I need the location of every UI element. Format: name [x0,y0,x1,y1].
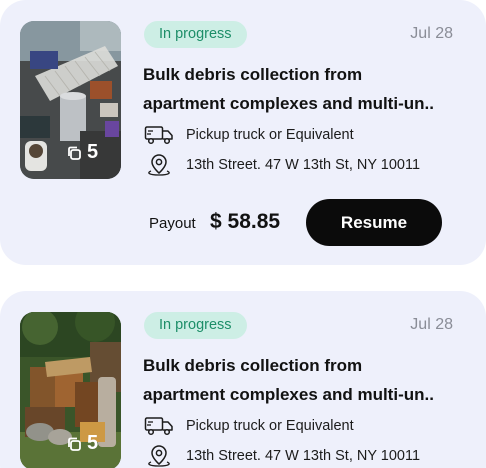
copy-icon [68,437,81,451]
job-title-line-1: Bulk debris collection from [143,65,363,84]
address-row: 13th Street. 47 W 13th St, NY 10011 [144,444,420,468]
job-title-line-1: Bulk debris collection from [143,356,363,375]
job-list: 5 In progress Jul 28 Bulk debris collect… [0,0,486,468]
status-badge: In progress [144,312,247,339]
vehicle-row: Pickup truck or Equivalent [144,414,354,438]
payout-label: Payout [149,215,196,232]
job-date: Jul 28 [410,316,453,333]
resume-button[interactable]: Resume [306,199,442,246]
job-card[interactable]: 5 In progress Jul 28 Bulk debris collect… [0,0,486,265]
job-card[interactable]: 5 In progress Jul 28 Bulk debris collect… [0,291,486,468]
vehicle-type: Pickup truck or Equivalent [186,418,354,434]
job-title-line-2: apartment complexes and multi-un.. [143,94,434,113]
job-address: 13th Street. 47 W 13th St, NY 10011 [186,157,421,173]
location-pin-icon [144,444,174,468]
truck-icon [144,414,174,438]
photo-count: 5 [87,141,99,163]
job-address: 13th Street. 47 W 13th St, NY 10011 [186,448,421,464]
address-row: 13th Street. 47 W 13th St, NY 10011 [144,153,420,177]
job-title[interactable]: Bulk debris collection from apartment co… [143,351,458,409]
job-photo[interactable]: 5 [20,312,121,468]
vehicle-type: Pickup truck or Equivalent [186,127,354,143]
copy-icon [68,146,81,160]
truck-icon [144,123,174,147]
photo-count-badge: 5 [66,432,98,455]
payout-amount: $ 58.85 [210,210,281,233]
status-badge: In progress [144,21,247,48]
job-title[interactable]: Bulk debris collection from apartment co… [143,60,458,118]
job-title-line-2: apartment complexes and multi-un.. [143,385,434,404]
photo-count-badge: 5 [66,141,98,164]
job-date: Jul 28 [410,25,453,42]
job-photo[interactable]: 5 [20,21,121,179]
location-pin-icon [144,153,174,177]
vehicle-row: Pickup truck or Equivalent [144,123,354,147]
photo-count: 5 [87,432,99,454]
